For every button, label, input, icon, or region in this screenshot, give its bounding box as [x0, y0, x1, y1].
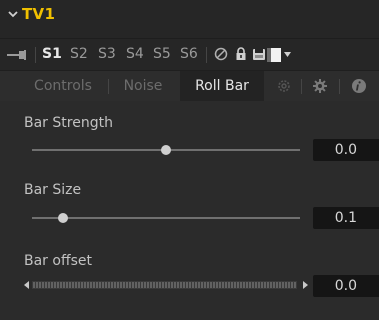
thumbwheel-left-arrow-icon [24, 281, 29, 289]
chevron-down-icon[interactable] [6, 7, 20, 21]
bar-strength-label: Bar Strength [24, 115, 113, 131]
bar-strength-value-field[interactable]: 0.0 [313, 139, 379, 161]
node-header[interactable]: TV1 [0, 0, 379, 38]
version-toolbar: S1 S2 S3 S4 S5 S6 [0, 38, 379, 71]
bar-offset-value-field[interactable]: 0.0 [313, 275, 379, 297]
settings-icon[interactable] [276, 78, 292, 94]
tab-controls[interactable]: Controls [20, 71, 106, 101]
separator [339, 79, 340, 94]
node-title: TV1 [22, 5, 56, 23]
version-s6-button[interactable]: S6 [180, 46, 198, 62]
bar-offset-thumbwheel[interactable] [24, 279, 308, 291]
pin-icon[interactable] [6, 48, 30, 62]
lock-icon[interactable] [233, 46, 249, 62]
thumbwheel-right-arrow-icon [303, 281, 308, 289]
cache-icon[interactable] [251, 46, 267, 62]
tab-roll-bar[interactable]: Roll Bar [180, 71, 264, 101]
bar-size-slider[interactable] [32, 217, 300, 219]
info-icon[interactable] [351, 78, 367, 94]
bar-size-value-field[interactable]: 0.1 [313, 207, 379, 229]
version-s2-button[interactable]: S2 [70, 46, 88, 62]
separator [108, 79, 109, 94]
chevron-down-icon[interactable] [284, 52, 291, 57]
separator [35, 47, 36, 63]
separator [206, 47, 207, 63]
inspector-panel: TV1 S1 S2 S3 S4 S5 S6 Controls Noise Rol… [0, 0, 379, 320]
disable-icon[interactable] [213, 46, 229, 62]
roll-bar-controls: Bar Strength 0.0 Bar Size 0.1 Bar offset… [0, 101, 379, 320]
version-s5-button[interactable]: S5 [153, 46, 171, 62]
separator [301, 79, 302, 94]
color-swatch-icon[interactable] [267, 48, 281, 62]
bar-size-label: Bar Size [24, 182, 82, 198]
version-s4-button[interactable]: S4 [126, 46, 144, 62]
tab-noise[interactable]: Noise [110, 71, 176, 101]
bar-strength-slider-knob[interactable] [161, 145, 171, 155]
bar-offset-label: Bar offset [24, 253, 92, 269]
bar-size-slider-knob[interactable] [58, 213, 68, 223]
version-s1-button[interactable]: S1 [42, 46, 62, 62]
gear-icon[interactable] [312, 78, 328, 94]
inspector-tabs: Controls Noise Roll Bar [0, 70, 379, 102]
version-s3-button[interactable]: S3 [98, 46, 116, 62]
